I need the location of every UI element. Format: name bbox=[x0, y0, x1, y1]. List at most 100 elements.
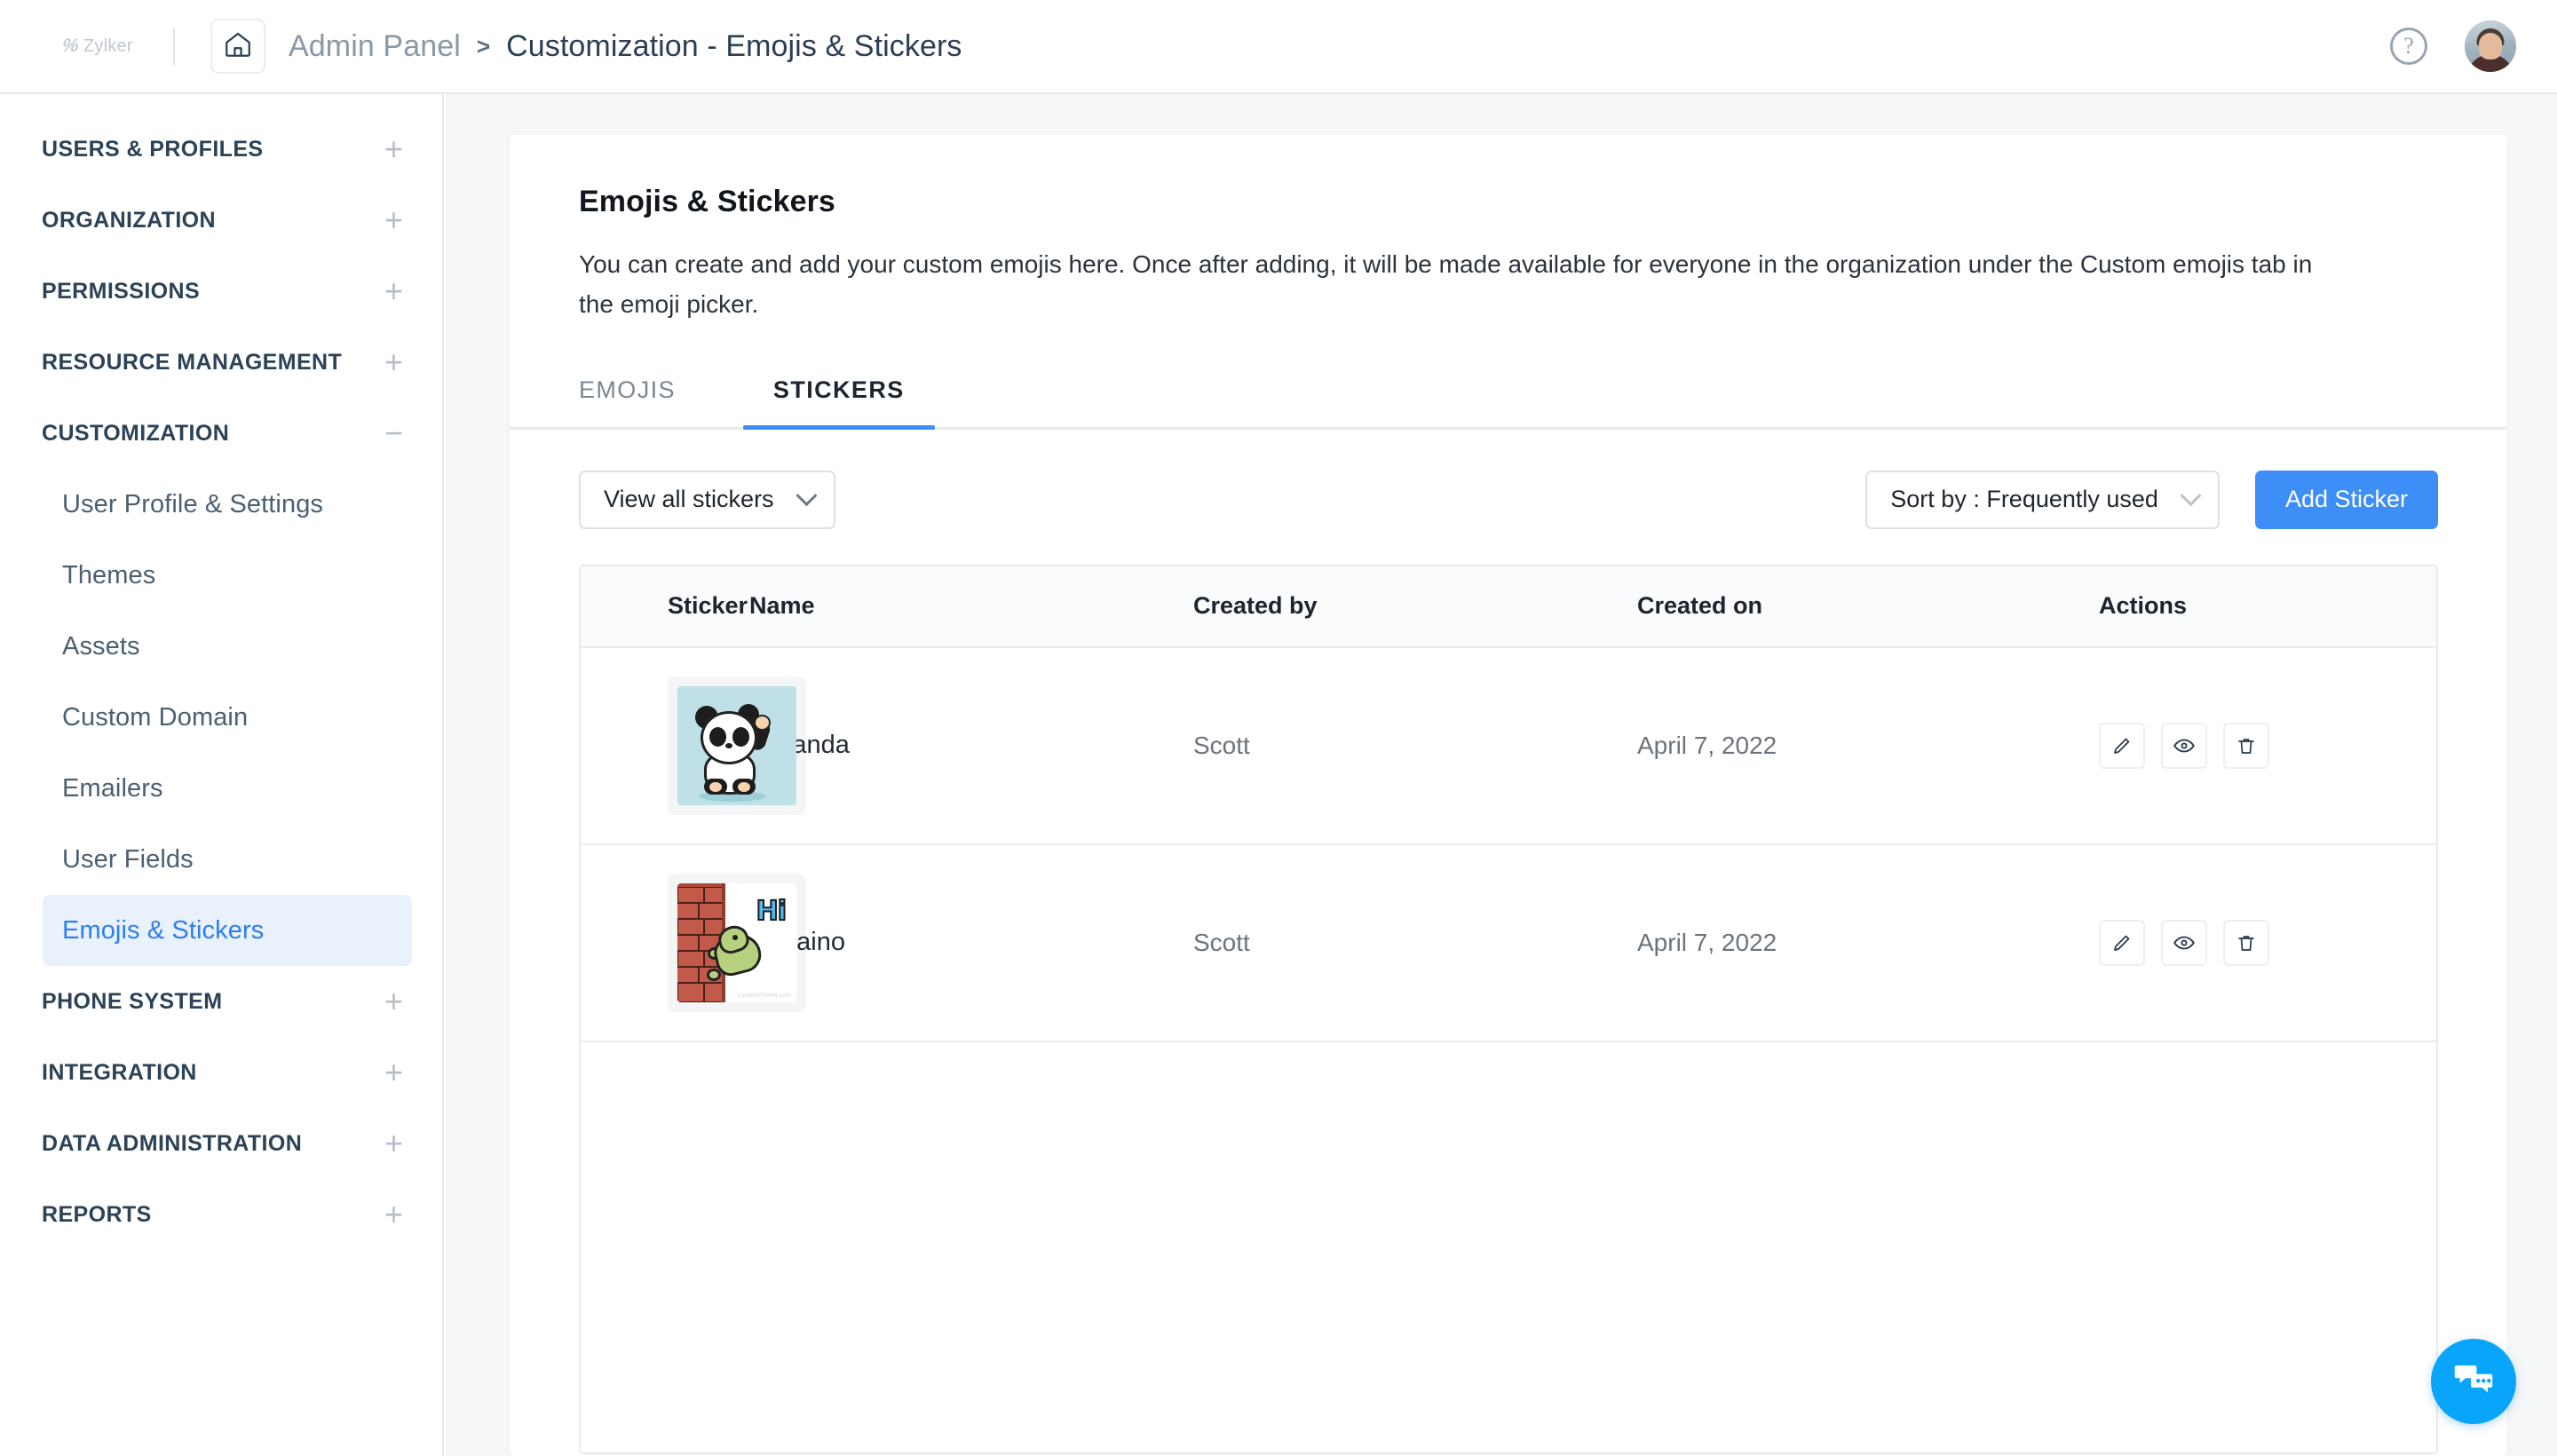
column-header-created-by: Created by bbox=[1193, 592, 1318, 620]
sidebar-item-label: Assets bbox=[62, 631, 140, 661]
cell-sticker-name: hi-panda bbox=[749, 731, 850, 760]
sidebar-item-label: Emojis & Stickers bbox=[62, 915, 265, 945]
sidebar-section-label: CUSTOMIZATION bbox=[42, 420, 230, 446]
sidebar-item-custom-domain[interactable]: Custom Domain bbox=[43, 682, 412, 753]
sidebar-item-label: Emailers bbox=[62, 773, 163, 803]
breadcrumb-item-current: Customization - Emojis & Stickers bbox=[506, 28, 962, 63]
sticker-thumbnail-frame bbox=[668, 676, 806, 815]
main-content-area: Emojis & Stickers You can create and add… bbox=[446, 94, 2557, 1456]
sidebar-item-user-fields[interactable]: User Fields bbox=[43, 824, 412, 895]
chevron-down-icon bbox=[2180, 485, 2202, 507]
breadcrumb-separator-icon: > bbox=[476, 32, 491, 59]
sidebar-section-label: USERS & PROFILES bbox=[42, 136, 264, 162]
column-header-created-on: Created on bbox=[1637, 592, 1763, 620]
sidebar-section-phone-system[interactable]: PHONE SYSTEM + bbox=[0, 966, 442, 1037]
sidebar-section-label: PERMISSIONS bbox=[42, 278, 201, 304]
sidebar-item-emojis-stickers[interactable]: Emojis & Stickers bbox=[43, 895, 412, 966]
brand-logo[interactable]: % Zylker bbox=[0, 36, 160, 57]
header-divider bbox=[173, 28, 175, 65]
delete-icon[interactable] bbox=[2223, 722, 2269, 769]
tab-bar: EMOJIS STICKERS bbox=[510, 368, 2507, 430]
sidebar-section-label: ORGANIZATION bbox=[42, 207, 216, 233]
column-header-name: Name bbox=[749, 592, 815, 620]
sidebar-navigation: USERS & PROFILES + ORGANIZATION + PERMIS… bbox=[0, 94, 444, 1456]
hi-daino-image: Hi LoofandTimmy.com bbox=[677, 882, 796, 1002]
brand-name-label: Zylker bbox=[83, 36, 133, 56]
cell-created-by: Scott bbox=[1193, 731, 1250, 759]
sidebar-section-label: INTEGRATION bbox=[42, 1059, 197, 1085]
chevron-down-icon bbox=[796, 485, 818, 507]
cell-created-by: Scott bbox=[1193, 928, 1250, 956]
cell-sticker-thumbnail: Hi LoofandTimmy.com bbox=[581, 873, 806, 1012]
add-sticker-button[interactable]: Add Sticker bbox=[2254, 470, 2438, 529]
plus-icon[interactable]: + bbox=[384, 1199, 403, 1230]
sidebar-section-label: PHONE SYSTEM bbox=[42, 988, 223, 1014]
table-header-row: Sticker Name Created by Created on Actio… bbox=[581, 566, 2436, 648]
column-header-sticker: Sticker bbox=[668, 592, 748, 620]
hi-panda-image bbox=[677, 685, 796, 805]
page-title: Emojis & Stickers bbox=[579, 185, 835, 218]
sort-by-dropdown[interactable]: Sort by : Frequently used bbox=[1865, 470, 2220, 529]
toolbar: View all stickers Sort by : Frequently u… bbox=[510, 430, 2507, 529]
sidebar-section-customization[interactable]: CUSTOMIZATION − bbox=[0, 398, 442, 469]
header-actions: ? bbox=[2390, 20, 2557, 72]
sidebar-section-data-administration[interactable]: DATA ADMINISTRATION + bbox=[0, 1108, 442, 1179]
plus-icon[interactable]: + bbox=[384, 275, 403, 307]
toolbar-right-group: Sort by : Frequently used Add Sticker bbox=[1865, 470, 2438, 529]
home-button[interactable] bbox=[210, 19, 265, 74]
view-filter-dropdown[interactable]: View all stickers bbox=[579, 470, 835, 529]
view-icon[interactable] bbox=[2161, 722, 2207, 769]
sidebar-section-label: DATA ADMINISTRATION bbox=[42, 1130, 303, 1156]
plus-icon[interactable]: + bbox=[384, 346, 403, 378]
delete-icon[interactable] bbox=[2223, 919, 2269, 966]
sidebar-section-resource-management[interactable]: RESOURCE MANAGEMENT + bbox=[0, 327, 442, 398]
minus-icon[interactable]: − bbox=[384, 417, 403, 449]
page-description: You can create and add your custom emoji… bbox=[579, 250, 2313, 319]
cell-sticker-thumbnail bbox=[581, 676, 806, 815]
plus-icon[interactable]: + bbox=[384, 133, 403, 165]
sidebar-item-label: User Profile & Settings bbox=[62, 489, 324, 518]
cell-created-on: April 7, 2022 bbox=[1637, 731, 1777, 759]
breadcrumb-item-admin-panel[interactable]: Admin Panel bbox=[289, 29, 461, 64]
sidebar-section-label: RESOURCE MANAGEMENT bbox=[42, 349, 343, 375]
sidebar-section-label: REPORTS bbox=[42, 1201, 152, 1227]
sidebar-item-emailers[interactable]: Emailers bbox=[43, 753, 412, 824]
view-icon[interactable] bbox=[2161, 919, 2207, 966]
plus-icon[interactable]: + bbox=[384, 985, 403, 1017]
breadcrumb: Admin Panel > Customization - Emojis & S… bbox=[289, 29, 962, 64]
avatar[interactable] bbox=[2465, 20, 2516, 72]
home-icon bbox=[223, 29, 253, 64]
sidebar-section-users-profiles[interactable]: USERS & PROFILES + bbox=[0, 114, 442, 185]
cell-created-on: April 7, 2022 bbox=[1637, 928, 1777, 956]
brand-mark-icon: % bbox=[59, 36, 80, 56]
sidebar-item-themes[interactable]: Themes bbox=[43, 540, 412, 611]
content-card: Emojis & Stickers You can create and add… bbox=[510, 135, 2507, 1456]
plus-icon[interactable]: + bbox=[384, 1128, 403, 1159]
sidebar-item-user-profile-settings[interactable]: User Profile & Settings bbox=[43, 469, 412, 540]
plus-icon[interactable]: + bbox=[384, 204, 403, 236]
cell-actions bbox=[2099, 919, 2436, 966]
chat-widget-button[interactable] bbox=[2431, 1339, 2516, 1424]
top-header-bar: % Zylker Admin Panel > Customization - E… bbox=[0, 0, 2557, 94]
help-icon[interactable]: ? bbox=[2390, 28, 2427, 65]
sidebar-item-assets[interactable]: Assets bbox=[43, 611, 412, 682]
table-row[interactable]: hi-panda Scott April 7, 2022 bbox=[581, 647, 2436, 845]
column-header-actions: Actions bbox=[2099, 592, 2188, 620]
sidebar-section-organization[interactable]: ORGANIZATION + bbox=[0, 185, 442, 256]
plus-icon[interactable]: + bbox=[384, 1056, 403, 1088]
edit-icon[interactable] bbox=[2099, 722, 2145, 769]
table-row[interactable]: Hi LoofandTimmy.com Hi-daino Scott April… bbox=[581, 844, 2436, 1042]
sidebar-section-reports[interactable]: REPORTS + bbox=[0, 1179, 442, 1250]
sidebar-section-permissions[interactable]: PERMISSIONS + bbox=[0, 256, 442, 327]
chat-bubbles-icon bbox=[2450, 1357, 2497, 1407]
sticker-thumbnail-frame: Hi LoofandTimmy.com bbox=[668, 873, 806, 1012]
stickers-table: Sticker Name Created by Created on Actio… bbox=[579, 564, 2438, 1454]
edit-icon[interactable] bbox=[2099, 919, 2145, 966]
sidebar-item-label: User Fields bbox=[62, 844, 194, 874]
tab-emojis[interactable]: EMOJIS bbox=[579, 368, 676, 427]
cell-sticker-name: Hi-daino bbox=[749, 928, 845, 957]
avatar-face bbox=[2479, 33, 2502, 59]
sidebar-section-integration[interactable]: INTEGRATION + bbox=[0, 1037, 442, 1108]
cell-actions bbox=[2099, 722, 2436, 769]
tab-stickers[interactable]: STICKERS bbox=[742, 368, 935, 430]
